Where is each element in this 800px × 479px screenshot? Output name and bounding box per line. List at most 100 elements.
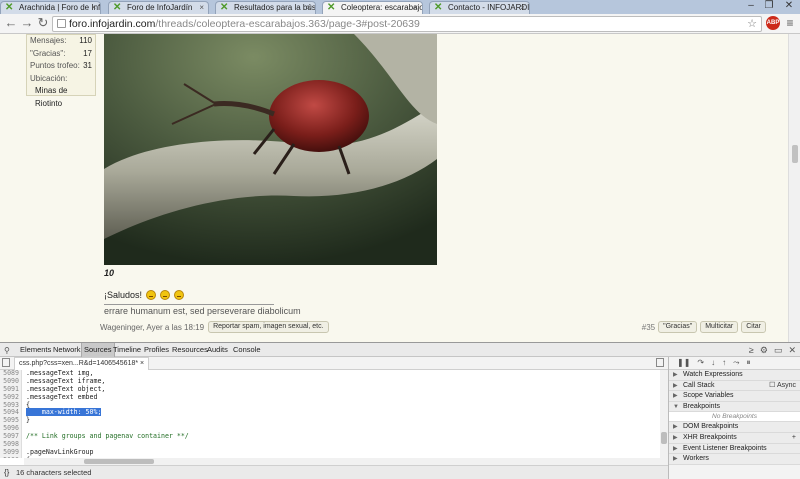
code-text: .pageNavLinkGroup — [26, 447, 94, 456]
url-host: foro.infojardin.com — [69, 18, 156, 30]
drawer-icon[interactable]: ≥ — [749, 343, 754, 357]
maximize-window-icon[interactable]: ❐ — [762, 0, 776, 12]
forward-arrow-icon[interactable]: → — [20, 16, 34, 30]
chrome-menu-icon[interactable]: ≡ — [784, 16, 796, 30]
settings-gear-icon[interactable]: ⚙ — [760, 343, 768, 357]
code-editor[interactable]: 5089 5090 5091 5092 5093 5094 5095 5096 5097 5098… — [0, 370, 668, 458]
code-text: .messageText embed — [26, 392, 98, 401]
code-line[interactable]: /** Link groups and pagenav container **… — [26, 432, 656, 441]
async-checkbox[interactable]: ☐ Async — [769, 381, 796, 391]
pause-icon[interactable]: ❚❚ — [677, 357, 690, 369]
devtools-tab-timeline[interactable]: Timeline — [111, 343, 143, 357]
browser-tab-resultados[interactable]: ✕ Resultados para la búsque × — [215, 1, 316, 14]
inspect-search-icon[interactable]: ⚲ — [4, 344, 10, 358]
step-over-icon[interactable]: ↷ — [697, 357, 704, 369]
dock-icon[interactable]: ▭ — [774, 343, 783, 357]
editor-horizontal-thumb[interactable] — [84, 459, 154, 464]
code-line[interactable]: .messageText iframe, — [26, 377, 656, 386]
collapse-triangle-icon: ▶ — [673, 382, 678, 389]
breakpoints-pane[interactable]: ▼ Breakpoints — [669, 401, 800, 413]
xhr-breakpoints-pane[interactable]: ▶ XHR Breakpoints + — [669, 432, 800, 444]
code-line[interactable] — [26, 441, 656, 449]
multiquote-button[interactable]: Multicitar — [700, 321, 739, 333]
editor-horizontal-scrollbar[interactable] — [24, 458, 660, 465]
toggle-debugger-icon[interactable] — [656, 358, 664, 367]
editor-vertical-thumb[interactable] — [661, 432, 667, 444]
devtools-tab-elements[interactable]: Elements — [18, 343, 53, 357]
pause-on-exceptions-icon[interactable]: ⏸ — [747, 357, 751, 369]
css-file-tab[interactable]: css.php?css=xen...R&d=1406545618* × — [14, 357, 150, 370]
dom-breakpoints-pane[interactable]: ▶ DOM Breakpoints — [669, 422, 800, 433]
call-stack-pane[interactable]: ▶ Call Stack ☐ Async — [669, 380, 800, 392]
reload-icon[interactable]: ↻ — [36, 16, 50, 30]
browser-tab-strip: ✕ Arachnida | Foro de Infojar × ✕ Foro d… — [0, 0, 800, 15]
editor-vertical-scrollbar[interactable] — [660, 370, 668, 465]
minimize-window-icon[interactable]: – — [744, 0, 758, 12]
post-number-link[interactable]: #35 — [642, 323, 655, 332]
add-xhr-breakpoint-icon[interactable]: + — [792, 433, 796, 443]
collapse-triangle-icon: ▶ — [673, 372, 678, 378]
report-button[interactable]: Reportar spam, imagen sexual, etc. — [208, 321, 329, 333]
event-listener-breakpoints-pane[interactable]: ▶ Event Listener Breakpoints — [669, 443, 800, 455]
code-line[interactable]: .pageNavLinkGroup — [26, 447, 656, 457]
back-arrow-icon[interactable]: ← — [4, 16, 18, 30]
code-line[interactable]: .messageText img, — [26, 370, 656, 378]
close-tab-icon[interactable]: × — [306, 2, 311, 13]
close-tab-icon[interactable]: × — [520, 2, 525, 13]
selected-code-line[interactable]: max-width: 50%; — [26, 408, 656, 417]
devtools-tab-console[interactable]: Console — [231, 343, 263, 357]
browser-tab-foro[interactable]: ✕ Foro de InfoJardín × — [108, 1, 209, 14]
devtools-tab-audits[interactable]: Audits — [205, 343, 230, 357]
step-into-icon[interactable]: ↓ — [711, 357, 715, 369]
code-line[interactable]: } — [26, 416, 656, 425]
bookmark-star-icon[interactable]: ☆ — [747, 17, 757, 31]
line-number-gutter: 5089 5090 5091 5092 5093 5094 5095 5096 5097 5098… — [0, 370, 22, 458]
infojardin-favicon-icon: ✕ — [5, 2, 14, 13]
address-bar[interactable]: foro.infojardin.com/threads/coleoptera-e… — [52, 16, 762, 32]
tab-title: Coleoptera: escarabajos | — [341, 3, 423, 12]
post-author-time[interactable]: Wageninger, Ayer a las 18:19 — [100, 323, 204, 332]
code-line[interactable]: .messageText embed — [26, 392, 656, 402]
tab-title: Contacto - INFOJARDIN. — [448, 3, 530, 12]
code-lines[interactable]: .messageText img, .messageText iframe, .me… — [26, 370, 656, 458]
deactivate-breakpoints-icon[interactable]: ⤳ — [733, 357, 739, 369]
devtools-tab-resources[interactable]: Resources — [170, 343, 210, 357]
browser-tab-contacto[interactable]: ✕ Contacto - INFOJARDIN. × — [429, 1, 530, 14]
scope-variables-pane[interactable]: ▶ Scope Variables — [669, 391, 800, 402]
location-label: Ubicación: — [30, 73, 68, 83]
pane-title: XHR Breakpoints — [683, 433, 737, 441]
pretty-print-icon[interactable]: {} — [4, 466, 9, 479]
signature-divider — [104, 304, 274, 305]
forum-page: Mensajes: 110 "Gracias": 17 Puntos trofe… — [0, 34, 800, 342]
close-devtools-icon[interactable]: ✕ — [788, 343, 796, 357]
pane-title: Scope Variables — [683, 392, 734, 400]
code-line[interactable]: { — [26, 400, 656, 410]
step-out-icon[interactable]: ↑ — [722, 357, 726, 369]
pane-title: DOM Breakpoints — [683, 423, 739, 431]
browser-tab-coleoptera[interactable]: ✕ Coleoptera: escarabajos | × — [322, 1, 423, 15]
adblock-extension-icon[interactable]: ABP — [766, 16, 780, 30]
toggle-navigator-icon[interactable] — [2, 358, 10, 367]
stat-label: "Gracias": — [30, 48, 66, 58]
workers-pane[interactable]: ▶ Workers — [669, 454, 800, 465]
devtools-tab-profiles[interactable]: Profiles — [142, 343, 171, 357]
close-window-icon[interactable]: ✕ — [782, 0, 796, 12]
code-text: { — [26, 400, 30, 409]
close-tab-icon[interactable]: × — [91, 2, 96, 13]
debugger-sidebar: ❚❚ ↷ ↓ ↑ ⤳ ⏸ ▶ Watch Expressions ▶ Call … — [668, 357, 800, 479]
expand-triangle-icon: ▼ — [673, 403, 679, 410]
thanks-button[interactable]: "Gracias" — [658, 321, 698, 333]
line-number[interactable]: 5100 — [0, 456, 19, 458]
code-line[interactable]: .messageText object, — [26, 385, 656, 394]
devtools-tab-network[interactable]: Network — [51, 343, 83, 357]
beetle-photo[interactable] — [104, 34, 437, 265]
page-scrollbar-thumb[interactable] — [792, 145, 798, 163]
close-tab-icon[interactable]: × — [413, 2, 418, 13]
watch-expressions-pane[interactable]: ▶ Watch Expressions — [669, 370, 800, 381]
browser-tab-arachnida[interactable]: ✕ Arachnida | Foro de Infojar × — [0, 1, 101, 14]
page-scrollbar[interactable] — [788, 34, 800, 342]
collapse-triangle-icon: ▶ — [673, 434, 678, 441]
close-tab-icon[interactable]: × — [199, 2, 204, 13]
quote-button[interactable]: Citar — [741, 321, 766, 333]
devtools-tab-sources[interactable]: Sources — [81, 343, 115, 358]
